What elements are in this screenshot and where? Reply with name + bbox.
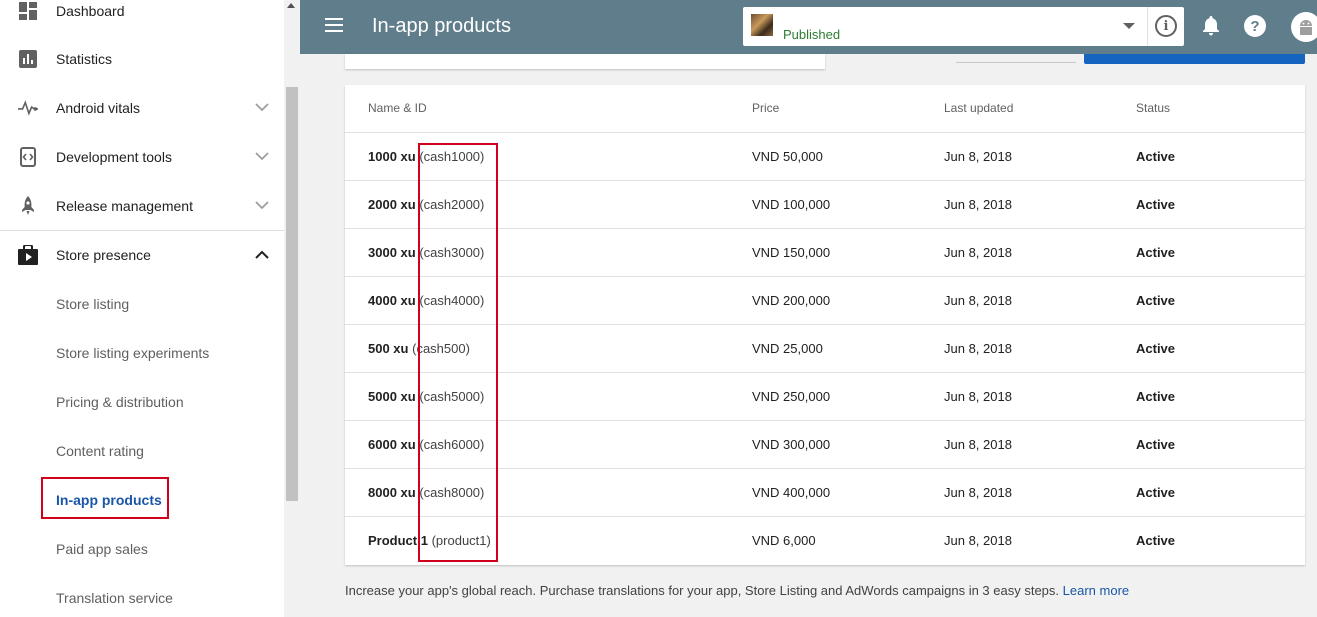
search-underline bbox=[956, 62, 1076, 63]
price-cell: VND 100,000 bbox=[752, 197, 831, 212]
price-cell: VND 400,000 bbox=[752, 485, 831, 500]
status-cell: Active bbox=[1136, 341, 1176, 356]
bar-chart-icon bbox=[18, 49, 38, 69]
selector-divider bbox=[1147, 7, 1148, 46]
app-thumbnail bbox=[751, 14, 773, 36]
help-icon[interactable]: ? bbox=[1243, 14, 1267, 38]
rocket-icon bbox=[18, 195, 38, 216]
price-cell: VND 25,000 bbox=[752, 341, 823, 356]
chevron-down-icon[interactable] bbox=[254, 149, 270, 165]
sidebar-item-label: Development tools bbox=[56, 148, 172, 165]
product-name: 4000 xu bbox=[368, 293, 416, 308]
sidebar-subitem-paid-app-sales[interactable]: Paid app sales bbox=[56, 539, 148, 559]
menu-icon[interactable] bbox=[325, 18, 343, 32]
price-cell: VND 150,000 bbox=[752, 245, 831, 260]
app-status: Published bbox=[783, 27, 841, 42]
sidebar-scrollbar-thumb[interactable] bbox=[286, 87, 298, 501]
product-name: 6000 xu bbox=[368, 437, 416, 452]
column-header-price[interactable]: Price bbox=[752, 101, 779, 115]
vitals-icon bbox=[18, 98, 38, 118]
status-cell: Active bbox=[1136, 197, 1176, 212]
caret-down-icon[interactable] bbox=[1123, 23, 1135, 29]
column-header-name[interactable]: Name & ID bbox=[368, 101, 427, 115]
product-name: 3000 xu bbox=[368, 245, 416, 260]
sidebar-item-release-management[interactable]: Release management bbox=[0, 181, 284, 230]
status-cell: Active bbox=[1136, 149, 1176, 164]
status-cell: Active bbox=[1136, 293, 1176, 308]
sidebar-item-android-vitals[interactable]: Android vitals bbox=[0, 83, 284, 132]
price-cell: VND 6,000 bbox=[752, 533, 816, 548]
translation-promo-text: Increase your app's global reach. Purcha… bbox=[345, 583, 1060, 598]
chevron-down-icon[interactable] bbox=[254, 100, 270, 116]
sidebar-item-statistics[interactable]: Statistics bbox=[0, 34, 284, 83]
sidebar-subitem-pricing-distribution[interactable]: Pricing & distribution bbox=[56, 392, 184, 412]
account-avatar-icon[interactable] bbox=[1291, 12, 1317, 42]
svg-text:?: ? bbox=[1250, 18, 1259, 35]
sidebar-subitem-content-rating[interactable]: Content rating bbox=[56, 441, 144, 461]
store-icon bbox=[18, 244, 38, 265]
bell-icon[interactable] bbox=[1199, 14, 1223, 38]
status-cell: Active bbox=[1136, 245, 1176, 260]
column-header-last-updated[interactable]: Last updated bbox=[944, 101, 1013, 115]
top-app-bar: In-app products Published i ? bbox=[300, 0, 1317, 54]
app-selector[interactable]: Published i bbox=[743, 7, 1184, 46]
highlight-box-product-ids bbox=[418, 143, 498, 562]
info-icon[interactable]: i bbox=[1155, 15, 1177, 37]
last-updated-cell: Jun 8, 2018 bbox=[944, 149, 1012, 164]
sidebar-item-label: Store presence bbox=[56, 246, 151, 263]
dashboard-icon bbox=[18, 1, 38, 21]
product-name: 5000 xu bbox=[368, 389, 416, 404]
last-updated-cell: Jun 8, 2018 bbox=[944, 293, 1012, 308]
sidebar-item-label: Dashboard bbox=[56, 2, 125, 19]
last-updated-cell: Jun 8, 2018 bbox=[944, 533, 1012, 548]
sidebar-subitem-translation-service[interactable]: Translation service bbox=[56, 588, 173, 608]
column-header-status[interactable]: Status bbox=[1136, 101, 1170, 115]
translation-promo: Increase your app's global reach. Purcha… bbox=[345, 583, 1129, 598]
code-icon bbox=[18, 146, 38, 167]
sidebar-item-label: Android vitals bbox=[56, 99, 141, 116]
last-updated-cell: Jun 8, 2018 bbox=[944, 389, 1012, 404]
status-cell: Active bbox=[1136, 389, 1176, 404]
table-header: Name & ID Price Last updated Status bbox=[345, 85, 1305, 133]
last-updated-cell: Jun 8, 2018 bbox=[944, 341, 1012, 356]
product-name: 1000 xu bbox=[368, 149, 416, 164]
sidebar-item-label: Release management bbox=[56, 197, 193, 214]
product-name: 8000 xu bbox=[368, 485, 416, 500]
last-updated-cell: Jun 8, 2018 bbox=[944, 485, 1012, 500]
price-cell: VND 300,000 bbox=[752, 437, 831, 452]
last-updated-cell: Jun 8, 2018 bbox=[944, 245, 1012, 260]
status-cell: Active bbox=[1136, 485, 1176, 500]
price-cell: VND 250,000 bbox=[752, 389, 831, 404]
sidebar-item-label: Statistics bbox=[56, 50, 113, 67]
highlight-box-sidebar bbox=[41, 477, 169, 519]
page-title: In-app products bbox=[372, 15, 511, 37]
create-product-button[interactable] bbox=[1084, 54, 1305, 64]
price-cell: VND 50,000 bbox=[752, 149, 823, 164]
status-cell: Active bbox=[1136, 533, 1176, 548]
sidebar-subitem-store-listing[interactable]: Store listing bbox=[56, 294, 129, 314]
learn-more-link[interactable]: Learn more bbox=[1063, 583, 1129, 598]
chevron-down-icon[interactable] bbox=[254, 198, 270, 214]
price-cell: VND 200,000 bbox=[752, 293, 831, 308]
product-name: 2000 xu bbox=[368, 197, 416, 212]
chevron-up-icon[interactable] bbox=[254, 247, 270, 263]
filter-card bbox=[345, 54, 825, 69]
sidebar: Dashboard Statistics Android vitals Deve… bbox=[0, 0, 284, 617]
sidebar-item-dashboard[interactable]: Dashboard bbox=[0, 0, 284, 35]
status-cell: Active bbox=[1136, 437, 1176, 452]
product-name: 500 xu bbox=[368, 341, 409, 356]
last-updated-cell: Jun 8, 2018 bbox=[944, 197, 1012, 212]
sidebar-item-development-tools[interactable]: Development tools bbox=[0, 132, 284, 181]
scroll-up-arrow-icon[interactable] bbox=[287, 3, 295, 8]
last-updated-cell: Jun 8, 2018 bbox=[944, 437, 1012, 452]
sidebar-item-store-presence[interactable]: Store presence bbox=[0, 230, 284, 279]
sidebar-subitem-store-listing-experiments[interactable]: Store listing experiments bbox=[56, 343, 209, 363]
